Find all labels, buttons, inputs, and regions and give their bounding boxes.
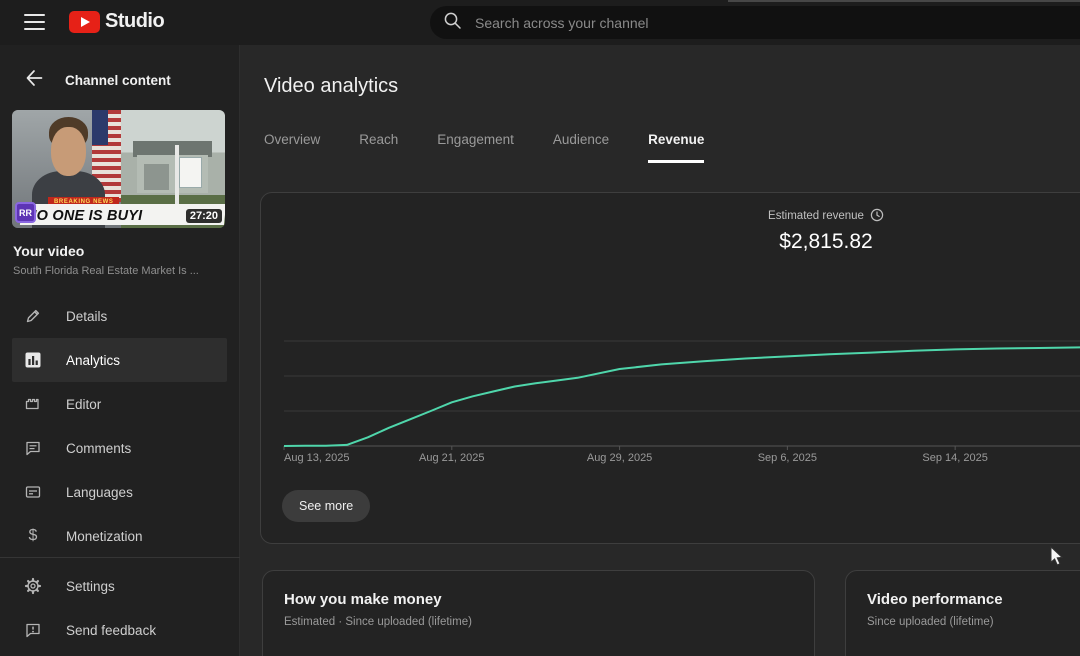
video-title: South Florida Real Estate Market Is ... bbox=[13, 265, 199, 277]
sidebar-item-label: Monetization bbox=[66, 528, 143, 544]
sidebar-item-label: Languages bbox=[66, 484, 133, 500]
tab-audience[interactable]: Audience bbox=[553, 132, 609, 163]
video-thumbnail[interactable]: BREAKING NEWS NO ONE IS BUYI RR 27:20 bbox=[12, 110, 225, 228]
studio-wordmark: Studio bbox=[105, 10, 165, 32]
bar-chart-icon bbox=[24, 351, 42, 369]
page-title: Video analytics bbox=[264, 75, 399, 97]
sidebar-item-label: Details bbox=[66, 308, 108, 324]
dollar-icon: $ bbox=[28, 527, 38, 544]
analytics-tabs: Overview Reach Engagement Audience Reven… bbox=[264, 132, 705, 163]
sidebar-item-label: Comments bbox=[66, 440, 132, 456]
top-bar: Studio bbox=[0, 0, 1080, 45]
x-axis-label: Sep 14, 2025 bbox=[922, 452, 988, 464]
tab-revenue[interactable]: Revenue bbox=[648, 132, 705, 163]
x-axis-label: Sep 6, 2025 bbox=[757, 452, 818, 464]
tab-reach[interactable]: Reach bbox=[359, 132, 398, 163]
channel-logo-badge: RR bbox=[15, 202, 36, 223]
tab-overview[interactable]: Overview bbox=[264, 132, 320, 163]
sidebar-item-monetization[interactable]: $ Monetization bbox=[0, 514, 240, 558]
revenue-chart-card: Estimated revenue $2,815.82 Aug 13, 2025… bbox=[260, 192, 1080, 544]
card-title: How you make money bbox=[284, 591, 442, 608]
comment-icon bbox=[24, 439, 42, 457]
sidebar-item-send-feedback[interactable]: Send feedback bbox=[0, 608, 240, 652]
mouse-cursor bbox=[1050, 545, 1066, 573]
sidebar-item-label: Send feedback bbox=[66, 622, 157, 638]
video-performance-card: Video performance Since uploaded (lifeti… bbox=[845, 570, 1080, 656]
card-subtitle: Estimated · Since uploaded (lifetime) bbox=[284, 616, 472, 628]
editor-icon bbox=[24, 395, 42, 413]
search-input[interactable] bbox=[475, 14, 975, 31]
back-arrow-icon[interactable] bbox=[24, 69, 43, 92]
feedback-icon bbox=[24, 621, 42, 639]
sidebar: Channel content BREAKING NEWS NO ONE IS … bbox=[0, 45, 240, 656]
sidebar-item-label: Analytics bbox=[66, 352, 121, 368]
youtube-play-icon bbox=[69, 10, 100, 33]
x-axis-label: Aug 13, 2025 bbox=[284, 452, 350, 464]
sidebar-item-settings[interactable]: Settings bbox=[0, 564, 240, 608]
languages-icon bbox=[24, 483, 42, 501]
window-top-edge bbox=[728, 0, 1080, 2]
youtube-studio-window: Studio Channel content bbox=[0, 0, 1080, 656]
video-duration-badge: 27:20 bbox=[185, 209, 222, 223]
sidebar-item-label: Editor bbox=[66, 396, 102, 412]
sidebar-item-label: Settings bbox=[66, 578, 115, 594]
sidebar-item-languages[interactable]: Languages bbox=[0, 470, 240, 514]
x-axis-label: Aug 29, 2025 bbox=[586, 452, 653, 464]
sidebar-footer: Settings Send feedback bbox=[0, 557, 240, 652]
see-more-button[interactable]: See more bbox=[282, 490, 371, 522]
studio-logo[interactable]: Studio bbox=[69, 10, 165, 33]
sidebar-menu: Details Analytics Editor Comments Langua… bbox=[0, 294, 240, 558]
thumbnail-headline: NO ONE IS BUYI bbox=[26, 208, 143, 224]
your-video-label: Your video bbox=[13, 243, 85, 259]
hamburger-menu-icon[interactable] bbox=[24, 14, 45, 30]
for-sale-sign bbox=[179, 157, 203, 188]
sidebar-item-editor[interactable]: Editor bbox=[0, 382, 240, 426]
channel-content-label[interactable]: Channel content bbox=[65, 73, 171, 88]
revenue-chart-svg[interactable] bbox=[261, 193, 1080, 473]
x-axis-label: Aug 21, 2025 bbox=[419, 452, 485, 464]
search-bar[interactable] bbox=[430, 6, 1080, 39]
tab-engagement[interactable]: Engagement bbox=[437, 132, 514, 163]
card-title: Video performance bbox=[867, 591, 1003, 608]
chart-x-axis-labels: Aug 13, 2025 Aug 21, 2025 Aug 29, 2025 Sep … bbox=[261, 452, 1080, 466]
search-icon bbox=[443, 11, 462, 35]
sidebar-item-analytics[interactable]: Analytics bbox=[12, 338, 227, 382]
how-you-make-money-card: How you make money Estimated · Since upl… bbox=[262, 570, 815, 656]
gear-icon bbox=[24, 577, 42, 595]
sidebar-item-comments[interactable]: Comments bbox=[0, 426, 240, 470]
pencil-icon bbox=[24, 307, 42, 325]
sidebar-item-details[interactable]: Details bbox=[0, 294, 240, 338]
card-subtitle: Since uploaded (lifetime) bbox=[867, 616, 994, 628]
